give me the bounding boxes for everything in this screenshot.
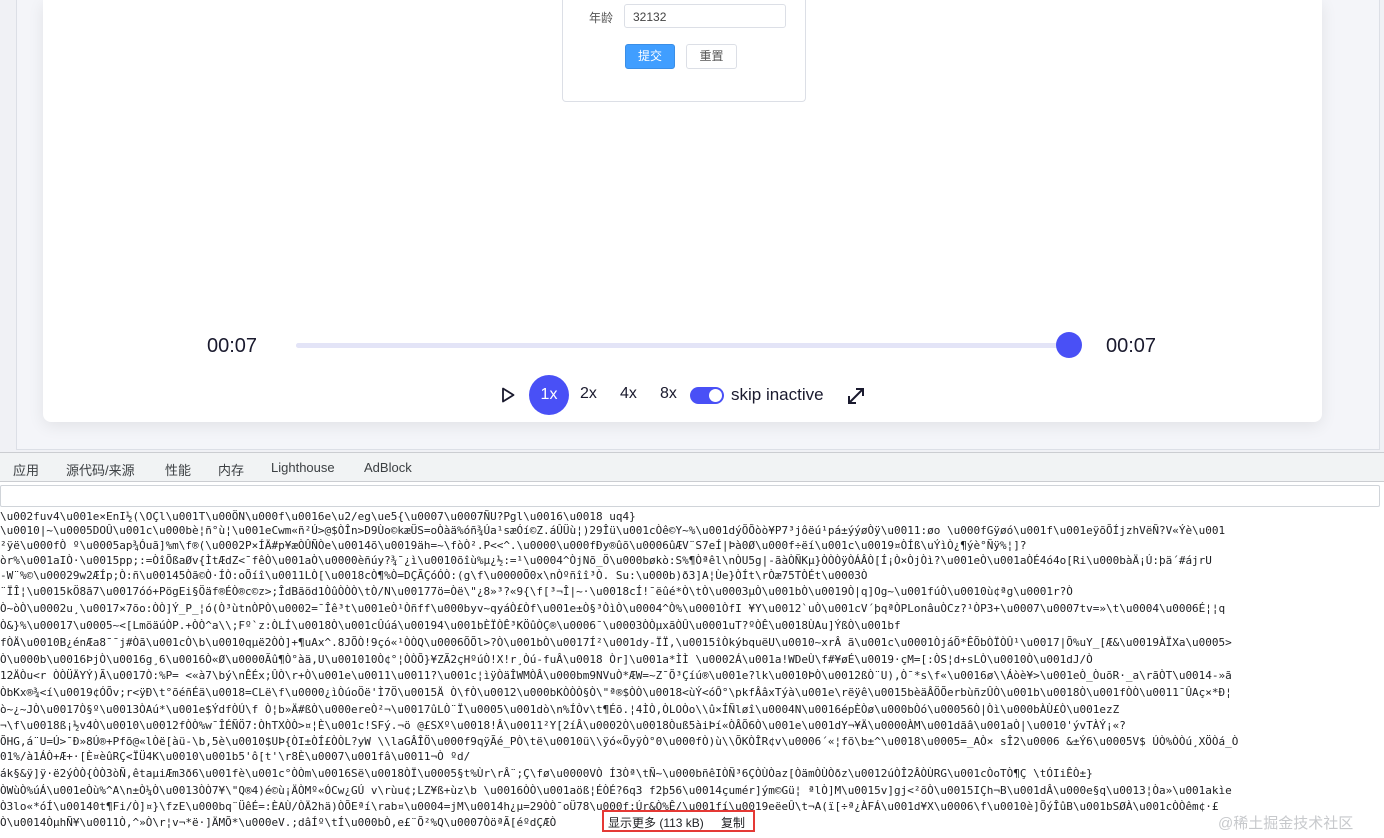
- console-line: Ò\u0014ÒµhÑ¥\u0011Ò,^»Ò\r¦v¬*ë·]ÄMÕ*\u00…: [0, 816, 557, 829]
- console-line: ÒWùÒ%úÁ\u001eÒù%^A\n±Ò¼Ò\u0013ÒÒ7¥\"Q®4)…: [0, 784, 1232, 797]
- console-line: \u002fuv4\u001e×EnI½(\OÇl\u001T\u00ÖN\u0…: [0, 510, 636, 523]
- tab-memory[interactable]: 内存: [218, 460, 244, 479]
- tab-application[interactable]: 应用: [13, 460, 39, 479]
- console-line: fÒÄ\u0010B¿énÆa8¯¯j#Òã\u001cÒ\b\u0010qµë…: [0, 636, 1232, 649]
- console-line: Ò&}%\u00017\u0005~<[LmöäúÒP.+ÒÒ^a\\;Fº`z…: [0, 619, 901, 632]
- console-line: ák§&ÿ]ÿ·ë2ýÒÒ{ÒÒ3òÑ,êtaµiÆm3ð6\u001fè\u0…: [0, 767, 1093, 780]
- console-line: Ò~òÒ\u0002u¸\u0017×7õo:ÒÒ]Ý_P_¦ó(Ò³ùtnÒP…: [0, 602, 1226, 615]
- console-line: 12ÄÒu<r ÒÒÜÄYÝ)Ã\u0017Ò:%P= <«à7\bý\nÊÉx…: [0, 669, 1232, 682]
- speed-1x-button[interactable]: 1x: [529, 375, 569, 415]
- current-time: 00:07: [207, 335, 258, 357]
- play-icon: [502, 387, 515, 403]
- skip-inactive-toggle[interactable]: [690, 387, 724, 404]
- progress-bar[interactable]: [296, 343, 1070, 348]
- show-more-button[interactable]: 显示更多 (113 kB): [608, 814, 704, 831]
- reset-button[interactable]: 重置: [686, 44, 737, 69]
- progress-handle[interactable]: [1056, 332, 1082, 358]
- console-line: \u0010|~\u0005DOÛ\u001c\u000bè¦ñ°ù¦\u001…: [0, 524, 1226, 537]
- console-line: ò~¿~JÒ\u0017Ò§º\u0013ÒAú*\u001e$ÝdfÒÚ\f …: [0, 703, 1120, 716]
- tab-performance[interactable]: 性能: [165, 460, 191, 479]
- tab-adblock[interactable]: AdBlock: [364, 460, 412, 475]
- speed-8x-button[interactable]: 8x: [660, 385, 677, 403]
- speed-2x-button[interactable]: 2x: [580, 385, 597, 403]
- fullscreen-icon: [848, 388, 864, 404]
- submit-button[interactable]: 提交: [625, 44, 675, 69]
- age-label: 年龄: [589, 11, 614, 25]
- copy-button[interactable]: 复制: [721, 814, 745, 831]
- console-filter-input[interactable]: [0, 485, 1380, 507]
- age-input[interactable]: 32132: [624, 4, 786, 28]
- toggle-knob: [709, 389, 722, 402]
- watermark: @稀土掘金技术社区: [1218, 815, 1354, 832]
- progress-fill: [296, 343, 1070, 348]
- console-output: \u002fuv4\u001e×EnI½(\OÇl\u001T\u00ÖN\u0…: [0, 510, 1384, 838]
- console-line: ¬\f\u0018ß¡½v4Ò\u0010\u0012fÒÒ%w¯ÎÉÑÖ7:Ò…: [0, 719, 1126, 732]
- console-line: Ò\u000b\u0016ÞjÒ\u0016g¸6\u0016Ò«Ø\u0000…: [0, 653, 1093, 666]
- speed-4x-button[interactable]: 4x: [620, 385, 637, 403]
- skip-inactive-label: skip inactive: [731, 385, 824, 404]
- console-filter-bar: [0, 482, 1384, 510]
- console-line: ÒbKx®¾<í\u0019¢ÓÕv;r<ÿÐ\t°õéñÉä\u0018=CL…: [0, 686, 1232, 699]
- console-line: -W¨%©\u00029w2ÆÍp;Ò:ñ\u00145Òã©Ò·ÍÒ:oÕíî…: [0, 569, 868, 582]
- console-line: 01%/à1ÁÒ+Æ+·[È¤èûRÇ<ÏÜ4K\u0010\u001b5'ô[…: [0, 750, 471, 763]
- fullscreen-button[interactable]: [845, 385, 867, 407]
- console-line: òr%\u001aIÒ·\u0015pp;:=ÒîÕßaØv{ÌtÆdZ<¯fê…: [0, 554, 1212, 567]
- console-line: ²ÿë\u000fÒ º\u0005ap¾Óuã]%m\f®(\u0002P×Í…: [0, 539, 1027, 552]
- devtools-tab-bar: 应用 源代码/来源 性能 内存 Lighthouse AdBlock: [0, 452, 1384, 482]
- page-preview-area: 年龄 32132 提交 重置 00:07 00:07 1x 2x 4x 8x s…: [0, 0, 1384, 452]
- play-button[interactable]: [498, 384, 518, 406]
- console-line: ¨ÏÎ¦\u0015kÖ8ã7\u0017óó+PögEi§Öäf®ÉÒ®c©z…: [0, 585, 1073, 598]
- console-line: ÕHG,á¨U=Ú>¯Ð»8Ú®+Pfõ@«lÒë[àü-\b,5è\u0010…: [0, 735, 1239, 748]
- tab-sources[interactable]: 源代码/来源: [66, 460, 135, 479]
- tab-lighthouse[interactable]: Lighthouse: [271, 460, 335, 475]
- total-time: 00:07: [1106, 335, 1157, 357]
